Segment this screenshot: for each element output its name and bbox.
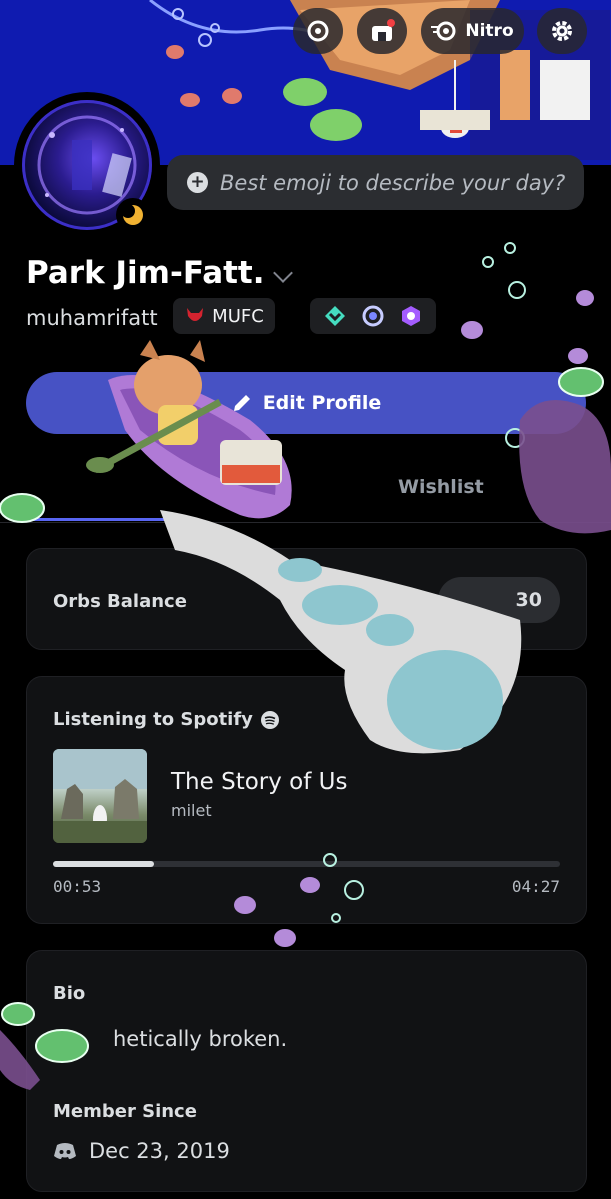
- album-art[interactable]: [53, 749, 147, 843]
- badges-list: [310, 298, 436, 334]
- pencil-icon: [233, 395, 250, 411]
- bio-card: Bio hetically broken. Member Since Dec 2…: [26, 950, 587, 1192]
- nitro-icon: [431, 21, 456, 41]
- store-button[interactable]: [357, 8, 407, 54]
- bio-text: hetically broken.: [113, 1027, 288, 1051]
- display-name[interactable]: Park Jim-Fatt.: [26, 255, 265, 291]
- devil-icon: [187, 308, 204, 321]
- edit-profile-button[interactable]: Edit Profile: [26, 372, 586, 434]
- moon-icon: [122, 204, 143, 225]
- clan-tag[interactable]: MUFC: [173, 298, 275, 334]
- gear-icon: [552, 21, 572, 41]
- clan-tag-label: MUFC: [212, 305, 264, 327]
- hypesquad-balance-icon[interactable]: [323, 304, 347, 328]
- song-title[interactable]: The Story of Us: [171, 769, 347, 795]
- spotify-heading: Listening to Spotify: [53, 709, 279, 730]
- shop-button[interactable]: [293, 8, 343, 54]
- store-icon: [372, 19, 395, 41]
- active-tab-indicator: [26, 518, 186, 521]
- album-cover-image: [53, 749, 147, 843]
- member-since-row: Dec 23, 2019: [53, 1139, 230, 1163]
- orbs-card[interactable]: Orbs Balance 30: [26, 548, 587, 650]
- playback-progress-fill: [53, 861, 155, 867]
- orbs-balance-number: 30: [515, 589, 542, 611]
- nitro-label: Nitro: [465, 21, 514, 41]
- nitro-laurel-icon[interactable]: [360, 303, 386, 329]
- elapsed-time: 00:53: [53, 877, 102, 896]
- idle-status-indicator: [116, 198, 150, 232]
- spotify-activity-card[interactable]: Listening to Spotify The Story of Us mil…: [26, 676, 587, 924]
- spotify-icon: [260, 710, 279, 729]
- spotify-heading-text: Listening to Spotify: [53, 709, 253, 730]
- status-placeholder: Best emoji to describe your day?: [220, 170, 566, 195]
- add-status-icon: +: [187, 172, 208, 193]
- quest-badge-icon[interactable]: [399, 304, 423, 328]
- member-since-date: Dec 23, 2019: [89, 1139, 230, 1163]
- tab-wishlist[interactable]: Wishlist: [398, 476, 484, 498]
- member-since-heading: Member Since: [53, 1101, 197, 1122]
- chevron-down-icon[interactable]: [273, 263, 293, 283]
- edit-profile-label: Edit Profile: [262, 392, 382, 414]
- bio-heading: Bio: [53, 983, 86, 1004]
- shield-gear-icon: [307, 20, 329, 42]
- song-artist[interactable]: milet: [171, 801, 212, 820]
- orbs-label: Orbs Balance: [53, 591, 187, 612]
- orbs-balance-value[interactable]: 30: [438, 577, 560, 623]
- nitro-button[interactable]: Nitro: [421, 8, 524, 54]
- total-duration: 04:27: [511, 877, 560, 896]
- settings-button[interactable]: [537, 8, 587, 54]
- playback-progress-bar: [53, 861, 560, 867]
- tabs-divider: [0, 522, 611, 523]
- custom-status-input[interactable]: + Best emoji to describe your day?: [167, 155, 584, 210]
- discord-icon: [54, 1143, 76, 1159]
- username: muhamrifatt: [26, 306, 158, 330]
